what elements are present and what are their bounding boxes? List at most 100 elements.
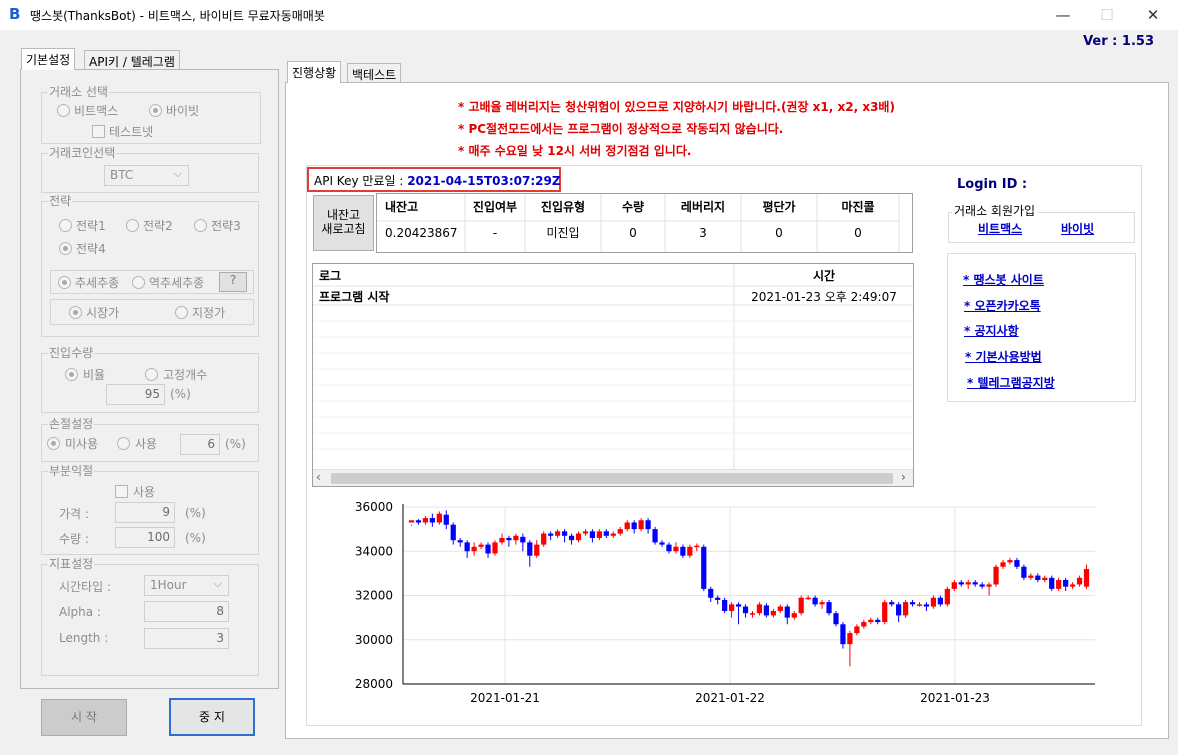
candle-body <box>582 531 589 534</box>
coin-select[interactable]: BTC ⌵ <box>104 165 189 186</box>
radio-bitmex[interactable] <box>57 104 70 117</box>
candle-body <box>728 604 735 611</box>
radio-ratio[interactable] <box>65 368 78 381</box>
label-ratio: 비율 <box>83 368 106 382</box>
telegram-notice-link[interactable]: * 텔레그램공지방 <box>967 374 1055 391</box>
stop-button[interactable]: 중 지 <box>169 698 255 736</box>
radio-bybit[interactable] <box>149 104 162 117</box>
candle-body <box>819 602 825 605</box>
entry-ratio-input[interactable]: 95 <box>106 384 165 405</box>
candle-body <box>520 536 526 543</box>
radio-stoploss-off[interactable] <box>47 437 60 450</box>
candle-body <box>749 613 756 615</box>
entry-unit: (%) <box>170 387 191 401</box>
log-horizontal-scrollbar[interactable]: ‹ › <box>313 469 913 486</box>
label-market-order: 시장가 <box>86 306 120 320</box>
candle-body <box>993 566 999 585</box>
candle-body <box>882 602 888 623</box>
label-partial-qty: 수량 : <box>59 532 89 546</box>
radio-counter-trend[interactable] <box>132 276 145 289</box>
maximize-button[interactable]: ☐ <box>1084 0 1130 30</box>
stoploss-input[interactable]: 6 <box>180 434 220 455</box>
notice-maintenance: * 매주 수요일 낮 12시 서버 정기점검 입니다. <box>458 144 692 158</box>
testnet-checkbox[interactable] <box>92 125 105 138</box>
radio-strategy-2[interactable] <box>126 219 139 232</box>
candle-body <box>1007 560 1013 563</box>
notice-link[interactable]: * 공지사항 <box>964 322 1019 339</box>
coin-group-title: 거래코인선택 <box>48 145 117 161</box>
radio-stoploss-on[interactable] <box>117 437 130 450</box>
candle-body <box>722 599 728 611</box>
strategy-group-title: 전략 <box>48 193 73 209</box>
radio-limit-order[interactable] <box>175 306 188 319</box>
candle-body <box>986 584 992 587</box>
partial-qty-input[interactable]: 100 <box>115 527 175 548</box>
chevron-down-icon: ⌵ <box>213 577 222 590</box>
signup-bitmex-link[interactable]: 비트맥스 <box>978 220 1022 237</box>
candle-body <box>756 604 763 614</box>
candle-body <box>575 533 582 541</box>
partial-group-title: 부분익절 <box>48 463 95 479</box>
open-kakaotalk-link[interactable]: * 오픈카카오톡 <box>964 297 1041 314</box>
api-expiry-box: API Key 만료일 : 2021-04-15T03:07:29Z <box>307 167 561 192</box>
radio-strategy-1[interactable] <box>59 219 72 232</box>
candle-body <box>673 546 679 552</box>
candle-body <box>645 520 651 530</box>
signup-bybit-link[interactable]: 바이빗 <box>1061 220 1094 237</box>
radio-strategy-3[interactable] <box>194 219 207 232</box>
label-stoploss-off: 미사용 <box>65 437 99 451</box>
candle-body <box>1049 577 1055 589</box>
tab-api-telegram[interactable]: API키 / 텔레그램 <box>84 50 180 70</box>
label-bybit: 바이빗 <box>166 104 200 118</box>
candle-body <box>478 544 484 547</box>
candle-body <box>798 597 804 614</box>
close-button[interactable]: ✕ <box>1130 0 1176 30</box>
thanksbot-site-link[interactable]: * 땡스봇 사이트 <box>963 271 1044 288</box>
tab-progress[interactable]: 진행상황 <box>287 61 342 83</box>
label-time-type: 시간타입 : <box>59 580 112 594</box>
window-title: 땡스봇(ThanksBot) - 비트맥스, 바이비트 무료자동매매봇 <box>30 9 325 23</box>
candle-body <box>534 544 540 556</box>
candle-body <box>687 546 693 556</box>
radio-fixed-count[interactable] <box>145 368 158 381</box>
tab-backtest[interactable]: 백테스트 <box>347 63 402 83</box>
notice-leverage: * 고배율 레버리지는 청산위험이 있으므로 지양하시기 바랍니다.(권장 x1… <box>458 100 895 114</box>
refresh-balance-button[interactable]: 내잔고 새로고침 <box>313 195 374 251</box>
tab-basic-settings[interactable]: 기본설정 <box>21 48 76 70</box>
y-tick-label: 34000 <box>355 544 393 558</box>
candle-body <box>408 520 415 523</box>
radio-market-order[interactable] <box>69 306 82 319</box>
candle-body <box>951 582 957 589</box>
label-testnet: 테스트넷 <box>109 125 154 139</box>
basic-usage-link[interactable]: * 기본사용방법 <box>965 348 1042 365</box>
candle-body <box>784 606 790 618</box>
candle-body <box>631 522 637 530</box>
scroll-left-icon[interactable]: ‹ <box>316 470 321 484</box>
partial-use-checkbox[interactable] <box>115 485 128 498</box>
app-logo-icon: B <box>9 5 21 23</box>
length-input[interactable]: 3 <box>144 628 229 649</box>
radio-trend-follow[interactable] <box>58 276 71 289</box>
help-button[interactable]: ? <box>219 272 247 292</box>
candle-body <box>652 529 658 543</box>
start-button[interactable]: 시 작 <box>41 699 127 736</box>
time-type-select[interactable]: 1Hour ⌵ <box>144 575 229 596</box>
candle-body <box>965 582 971 585</box>
candle-body <box>617 529 623 534</box>
candle-body <box>680 546 686 556</box>
alpha-input[interactable]: 8 <box>144 601 229 622</box>
label-alpha: Alpha : <box>59 605 101 619</box>
minimize-button[interactable]: — <box>1040 0 1086 30</box>
candle-body <box>701 546 707 589</box>
scroll-thumb[interactable] <box>331 473 893 484</box>
candle-body <box>826 602 832 614</box>
scroll-right-icon[interactable]: › <box>901 470 906 484</box>
candle-body <box>889 602 895 605</box>
radio-strategy-4[interactable] <box>59 242 72 255</box>
partial-price-input[interactable]: 9 <box>115 502 175 523</box>
label-partial-price: 가격 : <box>59 507 89 521</box>
label-trend-follow: 추세추종 <box>75 276 120 290</box>
notice-power-save: * PC절전모드에서는 프로그램이 정상적으로 작동되지 않습니다. <box>458 122 784 136</box>
candle-body <box>666 544 672 552</box>
login-id-label: Login ID : <box>957 177 1028 192</box>
